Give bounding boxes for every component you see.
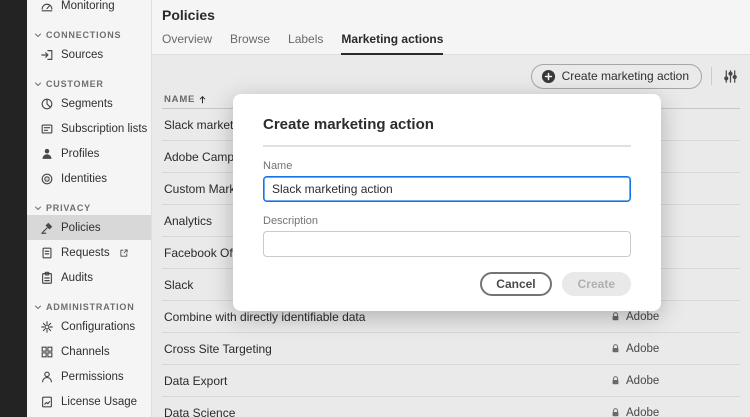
create-button[interactable]: Create xyxy=(561,272,631,296)
app-root: Monitoring CONNECTIONS Sources CUSTOMER … xyxy=(0,0,750,417)
create-marketing-action-dialog: Create marketing action Name Description… xyxy=(233,94,661,311)
dialog-divider xyxy=(263,145,631,147)
dialog-actions: Cancel Create xyxy=(263,272,631,296)
dialog-title: Create marketing action xyxy=(263,116,434,133)
name-input[interactable] xyxy=(263,176,631,202)
name-field-label: Name xyxy=(263,160,293,172)
description-input[interactable] xyxy=(263,231,631,257)
cancel-button[interactable]: Cancel xyxy=(480,272,552,296)
description-field-label: Description xyxy=(263,215,319,227)
